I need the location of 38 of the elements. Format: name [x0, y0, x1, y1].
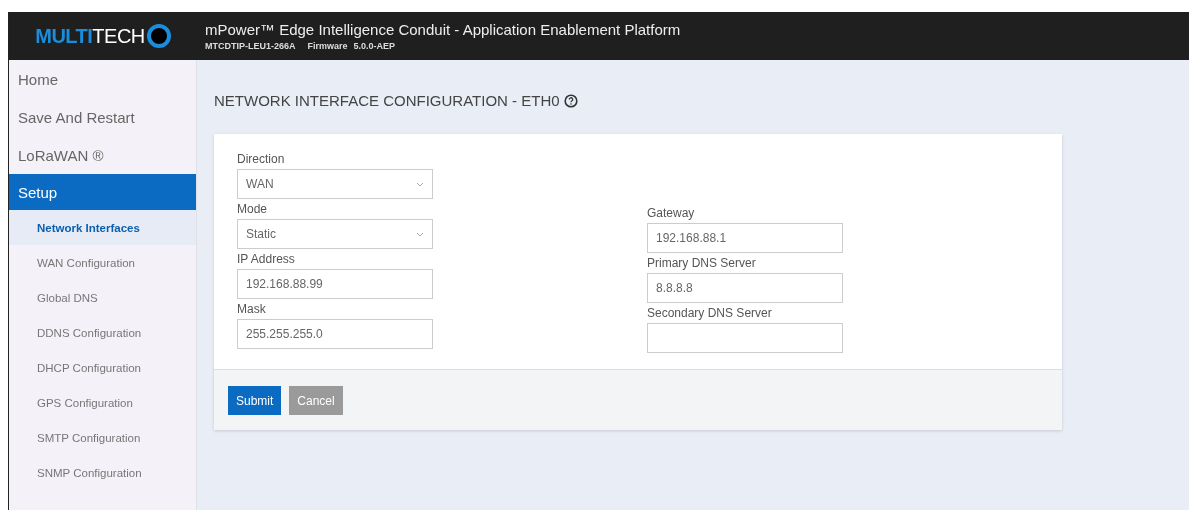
- select-field[interactable]: Static: [237, 219, 433, 249]
- firmware-label: Firmware: [307, 41, 348, 51]
- field-label: Gateway: [647, 206, 696, 220]
- input-field[interactable]: 255.255.255.0: [237, 319, 433, 349]
- field-label: Primary DNS Server: [647, 256, 757, 270]
- device-model: MTCDTIP-LEU1-266A: [205, 41, 296, 51]
- submit-button[interactable]: Submit: [228, 386, 282, 415]
- chevron-down-icon: [416, 181, 424, 187]
- logo-circle-icon: [146, 24, 171, 48]
- help-icon[interactable]: [563, 93, 578, 108]
- submenu-item[interactable]: GPS Configuration: [9, 385, 196, 420]
- submenu-item[interactable]: Network Interfaces: [9, 210, 196, 245]
- input-field[interactable]: [647, 323, 843, 353]
- menu-item[interactable]: Save And Restart: [9, 98, 196, 136]
- submenu-item[interactable]: DDNS Configuration: [9, 315, 196, 350]
- field-label: Secondary DNS Server: [647, 306, 773, 320]
- logo: MULTITECH: [35, 24, 145, 48]
- app-title: mPower™ Edge Intelligence Conduit - Application Enablement Platform: [205, 21, 681, 38]
- input-field[interactable]: 8.8.8.8: [647, 273, 843, 303]
- field-label: Mode: [237, 202, 269, 216]
- cancel-button[interactable]: Cancel: [289, 386, 343, 415]
- field-label: IP Address: [237, 252, 296, 266]
- field-label: Direction: [237, 152, 286, 166]
- chevron-down-icon: [416, 231, 424, 237]
- menu-item[interactable]: Setup: [9, 174, 196, 210]
- submenu-item[interactable]: SMTP Configuration: [9, 420, 196, 455]
- page-title: NETWORK INTERFACE CONFIGURATION - ETH0: [214, 92, 560, 109]
- firmware-version: 5.0.0-AEP: [353, 41, 396, 51]
- menu-item[interactable]: Home: [9, 60, 196, 98]
- submenu-item[interactable]: WAN Configuration: [9, 245, 196, 280]
- menu-item[interactable]: LoRaWAN ®: [9, 136, 196, 174]
- submenu-item[interactable]: SNMP Configuration: [9, 455, 196, 490]
- select-field[interactable]: WAN: [237, 169, 433, 199]
- submenu-item[interactable]: DHCP Configuration: [9, 350, 196, 385]
- submenu-item[interactable]: Global DNS: [9, 280, 196, 315]
- input-field[interactable]: 192.168.88.99: [237, 269, 433, 299]
- input-field[interactable]: 192.168.88.1: [647, 223, 843, 253]
- field-label: Mask: [237, 302, 267, 316]
